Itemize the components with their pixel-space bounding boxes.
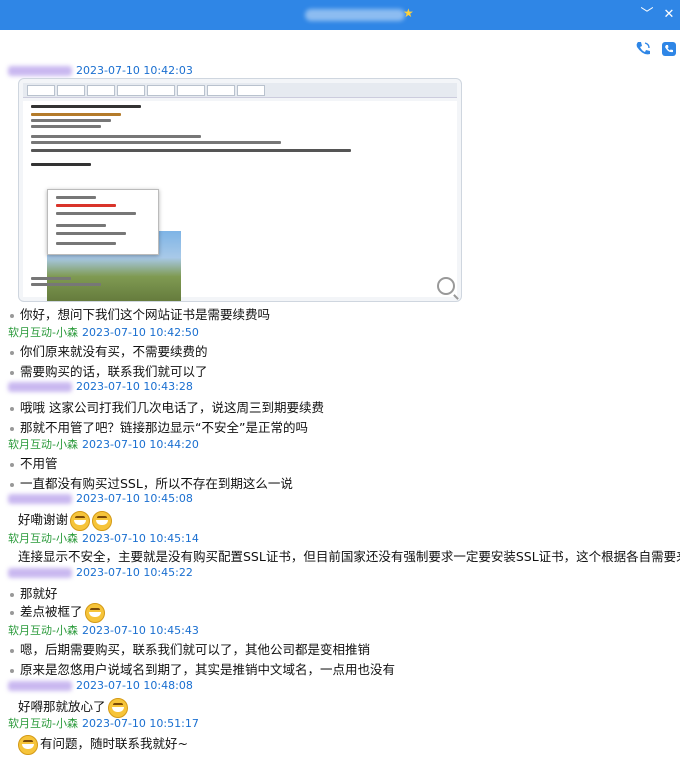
- thumb-security-popup: [47, 189, 159, 255]
- minimize-icon[interactable]: ﹀: [638, 6, 656, 24]
- email-body: [23, 101, 457, 301]
- thumb-btn: [147, 85, 175, 96]
- thumb-text: [31, 135, 201, 138]
- star-icon: ★: [403, 6, 414, 20]
- thumb-btn: [117, 85, 145, 96]
- message-meta: 2023-07-10 10:45:08: [8, 492, 193, 505]
- message-text: 你们原来就没有买，不需要续费的: [8, 341, 208, 360]
- screenshot-thumbnail[interactable]: [18, 78, 462, 302]
- message-text: 你好，想问下我们这个网站证书是需要续费吗: [8, 304, 270, 323]
- thumb-text: [31, 277, 71, 280]
- message-text: 好嘞谢谢: [18, 509, 113, 531]
- message-text: 不用管: [8, 453, 58, 472]
- message-meta: 2023-07-10 10:43:28: [8, 380, 193, 393]
- thumb-text: [31, 119, 111, 122]
- thumb-text: [31, 163, 91, 166]
- message-text: 连接显示不安全，主要就是没有购买配置SSL证书，但目前国家还没有强制要求一定要安…: [18, 549, 680, 564]
- thumb-text: [31, 125, 101, 128]
- laugh-emoji-icon: [84, 602, 105, 623]
- zoom-icon[interactable]: [437, 277, 455, 295]
- thumb-text: [31, 283, 101, 286]
- thumb-text: [56, 224, 106, 227]
- title-bar: ★ ﹀ ✕: [0, 0, 680, 30]
- contact-name-redacted: [305, 9, 405, 21]
- thumb-btn: [27, 85, 55, 96]
- thumb-btn: [237, 85, 265, 96]
- message-text: 需要购买的话，联系我们就可以了: [8, 361, 208, 380]
- thumb-text: [56, 204, 116, 207]
- thumb-btn: [177, 85, 205, 96]
- voice-call-icon[interactable]: [634, 40, 652, 58]
- message-meta: 软月互动-小森 2023-07-10 10:42:50: [8, 326, 199, 339]
- message-meta: 2023-07-10 10:42:03: [8, 64, 193, 77]
- message-text: 那就好: [8, 583, 58, 602]
- message-text: 哦哦 这家公司打我们几次电话了，说这周三到期要续费: [8, 397, 324, 416]
- thumb-text: [31, 141, 281, 144]
- thumb-text: [56, 212, 136, 215]
- thumb-text: [31, 149, 351, 152]
- message-meta: 软月互动-小森 2023-07-10 10:51:17: [8, 717, 199, 730]
- grin-emoji-icon: [70, 510, 91, 531]
- phone-icon[interactable]: [660, 40, 678, 58]
- thumb-text: [56, 242, 116, 245]
- message-text: 嗯，后期需要购买，联系我们就可以了，其他公司都是变相推销: [8, 639, 370, 658]
- thumb-text: [56, 196, 96, 199]
- message-text: 那就不用管了吧？链接那边显示“不安全”是正常的吗: [8, 417, 308, 436]
- close-icon[interactable]: ✕: [660, 6, 678, 24]
- sender-redacted: [8, 66, 72, 76]
- thumb-btn: [87, 85, 115, 96]
- message-meta: 软月互动-小森 2023-07-10 10:44:20: [8, 438, 199, 451]
- thumb-text: [31, 105, 141, 108]
- message-text: 有问题，随时联系我就好~: [18, 733, 188, 755]
- message-time: 2023-07-10 10:42:03: [76, 64, 193, 77]
- grin-emoji-icon: [92, 510, 113, 531]
- chat-toolbar: [0, 30, 680, 62]
- message-meta: 2023-07-10 10:48:08: [8, 679, 193, 692]
- message-text: 差点被框了: [8, 601, 105, 623]
- message-meta: 软月互动-小森 2023-07-10 10:45:43: [8, 624, 199, 637]
- message-meta: 软月互动-小森 2023-07-10 10:45:14: [8, 532, 199, 545]
- message-meta: 2023-07-10 10:45:22: [8, 566, 193, 579]
- message-text: 一直都没有购买过SSL，所以不存在到期这么一说: [8, 473, 293, 492]
- thumb-text: [56, 232, 126, 235]
- thumb-btn: [57, 85, 85, 96]
- email-toolbar: [23, 83, 457, 98]
- thumb-btn: [207, 85, 235, 96]
- grin-emoji-icon: [18, 734, 38, 755]
- thumb-text: [31, 113, 121, 116]
- message-text: 原来是忽悠用户说域名到期了，其实是推销中文域名，一点用也没有: [8, 659, 395, 678]
